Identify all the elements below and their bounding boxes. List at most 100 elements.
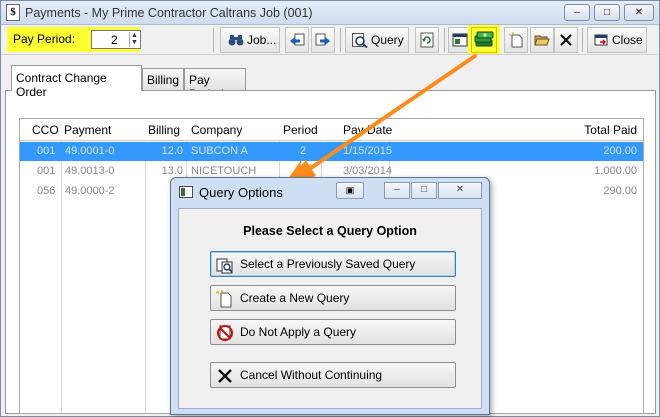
close-button[interactable]: Close: [587, 27, 647, 53]
previous-record-button[interactable]: [285, 27, 309, 53]
cell-pay-date: 1/15/2015: [343, 145, 392, 157]
pay-period-spinner[interactable]: ▲ ▼: [129, 32, 139, 47]
cell-period: 2: [300, 145, 307, 157]
query-magnifier-icon: [352, 33, 368, 48]
cell-total-paid: 200.00: [603, 145, 637, 157]
query-button[interactable]: Query: [345, 27, 409, 53]
dialog-title: Query Options: [199, 185, 283, 200]
cell-total-paid: 290.00: [603, 185, 637, 197]
delete-button[interactable]: [554, 27, 578, 53]
dialog-heading: Please Select a Query Option: [243, 224, 417, 238]
minimize-icon: –: [574, 7, 580, 18]
cell-company: SUBCON A: [191, 145, 248, 157]
query-options-dialog: Query Options ▣ – □ ✕ Please Select a Qu…: [170, 177, 490, 415]
option-label: Create a New Query: [240, 291, 350, 305]
grid-header: CCO Payment Billing Company Period Pay D…: [20, 119, 643, 141]
select-saved-query-button[interactable]: Select a Previously Saved Query: [210, 251, 456, 277]
dialog-restore-button[interactable]: ▣: [336, 182, 364, 199]
window-tile-icon: ▣: [345, 185, 355, 195]
toolbar-separator: [213, 28, 214, 52]
money-stack-icon: [474, 31, 494, 47]
title-bar: $ Payments - My Prime Contractor Caltran…: [1, 1, 659, 25]
dialog-close-button[interactable]: ✕: [438, 182, 482, 199]
pay-period-highlight: Pay Period: 2 ▲ ▼: [7, 27, 141, 52]
new-page-icon: [509, 32, 523, 48]
tab-pay-period[interactable]: Pay Period: [184, 68, 246, 101]
maximize-icon: □: [603, 7, 611, 18]
toolbar-separator: [444, 28, 445, 52]
dialog-body: Please Select a Query Option Select a Pr…: [178, 208, 482, 409]
tab-contract-change-order[interactable]: Contract Change Order: [11, 65, 142, 99]
dialog-minimize-button[interactable]: –: [384, 182, 410, 199]
option-label: Do Not Apply a Query: [240, 325, 357, 339]
no-query-icon: [217, 325, 233, 341]
cell-cco: 056: [37, 185, 56, 197]
cell-payment: 49.0013-0: [65, 165, 115, 177]
column-header-cco[interactable]: CCO: [32, 123, 59, 137]
job-button-label: Job...: [247, 33, 277, 47]
window-app-icon: [179, 186, 193, 198]
create-new-query-button[interactable]: Create a New Query: [210, 285, 456, 311]
delete-x-icon: [560, 34, 572, 46]
forward-arrow-icon: [315, 33, 330, 46]
column-header-company[interactable]: Company: [191, 123, 242, 137]
dialog-title-bar: Query Options ▣ – □ ✕: [171, 178, 489, 206]
column-header-total-paid[interactable]: Total Paid: [584, 123, 637, 137]
toolbar-separator: [582, 28, 583, 52]
toolbar-separator: [340, 28, 341, 52]
tab-billing[interactable]: Billing: [142, 68, 184, 90]
new-record-button[interactable]: [504, 27, 528, 53]
exit-door-icon: [594, 34, 608, 46]
open-button[interactable]: [530, 27, 554, 53]
refresh-button[interactable]: [415, 27, 439, 53]
folder-open-icon: [534, 35, 550, 46]
pay-period-label: Pay Period:: [13, 32, 76, 46]
do-not-apply-query-button[interactable]: Do Not Apply a Query: [210, 319, 456, 345]
back-arrow-icon: [290, 33, 305, 46]
cancel-x-icon: [218, 369, 232, 383]
cell-billing: 13.0: [161, 165, 183, 177]
pay-period-value: 2: [111, 33, 118, 47]
query-button-label: Query: [371, 33, 404, 47]
option-label: Select a Previously Saved Query: [240, 257, 416, 271]
minimize-icon: –: [394, 184, 400, 195]
window-title: Payments - My Prime Contractor Caltrans …: [25, 6, 313, 20]
table-row[interactable]: 001 49.0001-0 12.0 SUBCON A 2 1/15/2015 …: [20, 142, 643, 161]
cell-cco: 001: [37, 165, 56, 177]
maximize-button[interactable]: □: [594, 4, 620, 21]
column-header-billing[interactable]: Billing: [148, 123, 180, 137]
close-button-label: Close: [612, 33, 643, 47]
new-query-icon: [216, 290, 232, 308]
column-header-period[interactable]: Period: [283, 123, 318, 137]
saved-query-icon: [216, 258, 233, 274]
payments-button[interactable]: [471, 27, 497, 53]
cell-pay-date: 3/03/2014: [343, 165, 392, 177]
dollar-app-icon: $: [6, 4, 20, 21]
close-icon: ✕: [455, 184, 465, 195]
cancel-without-continuing-button[interactable]: Cancel Without Continuing: [210, 362, 456, 388]
dialog-maximize-button[interactable]: □: [411, 182, 437, 199]
cell-cco: 001: [37, 145, 56, 157]
cell-billing: 12.0: [161, 145, 183, 157]
spin-down-icon[interactable]: ▼: [130, 39, 139, 46]
spin-up-icon[interactable]: ▲: [130, 32, 139, 39]
option-label: Cancel Without Continuing: [240, 368, 383, 382]
cell-payment: 49.0001-0: [65, 145, 115, 157]
close-window-button[interactable]: ✕: [624, 4, 654, 21]
cell-company: NICETOUCH: [191, 165, 257, 177]
refresh-icon: [420, 32, 434, 48]
pay-period-input[interactable]: 2 ▲ ▼: [91, 30, 141, 49]
cell-total-paid: 1,000.00: [594, 165, 637, 177]
minimize-button[interactable]: –: [564, 4, 590, 21]
tab-label: Billing: [147, 73, 180, 87]
cell-payment: 49.0000-2: [65, 185, 115, 197]
report-window-icon: [452, 33, 468, 47]
toolbar: Pay Period: 2 ▲ ▼ Job... Query Close: [1, 25, 659, 55]
binoculars-icon: [228, 35, 244, 46]
next-record-button[interactable]: [311, 27, 335, 53]
column-header-pay-date[interactable]: Pay Date: [343, 123, 392, 137]
job-button[interactable]: Job...: [220, 27, 280, 53]
close-icon: ✕: [634, 7, 644, 18]
maximize-icon: □: [420, 184, 428, 195]
column-header-payment[interactable]: Payment: [64, 123, 111, 137]
